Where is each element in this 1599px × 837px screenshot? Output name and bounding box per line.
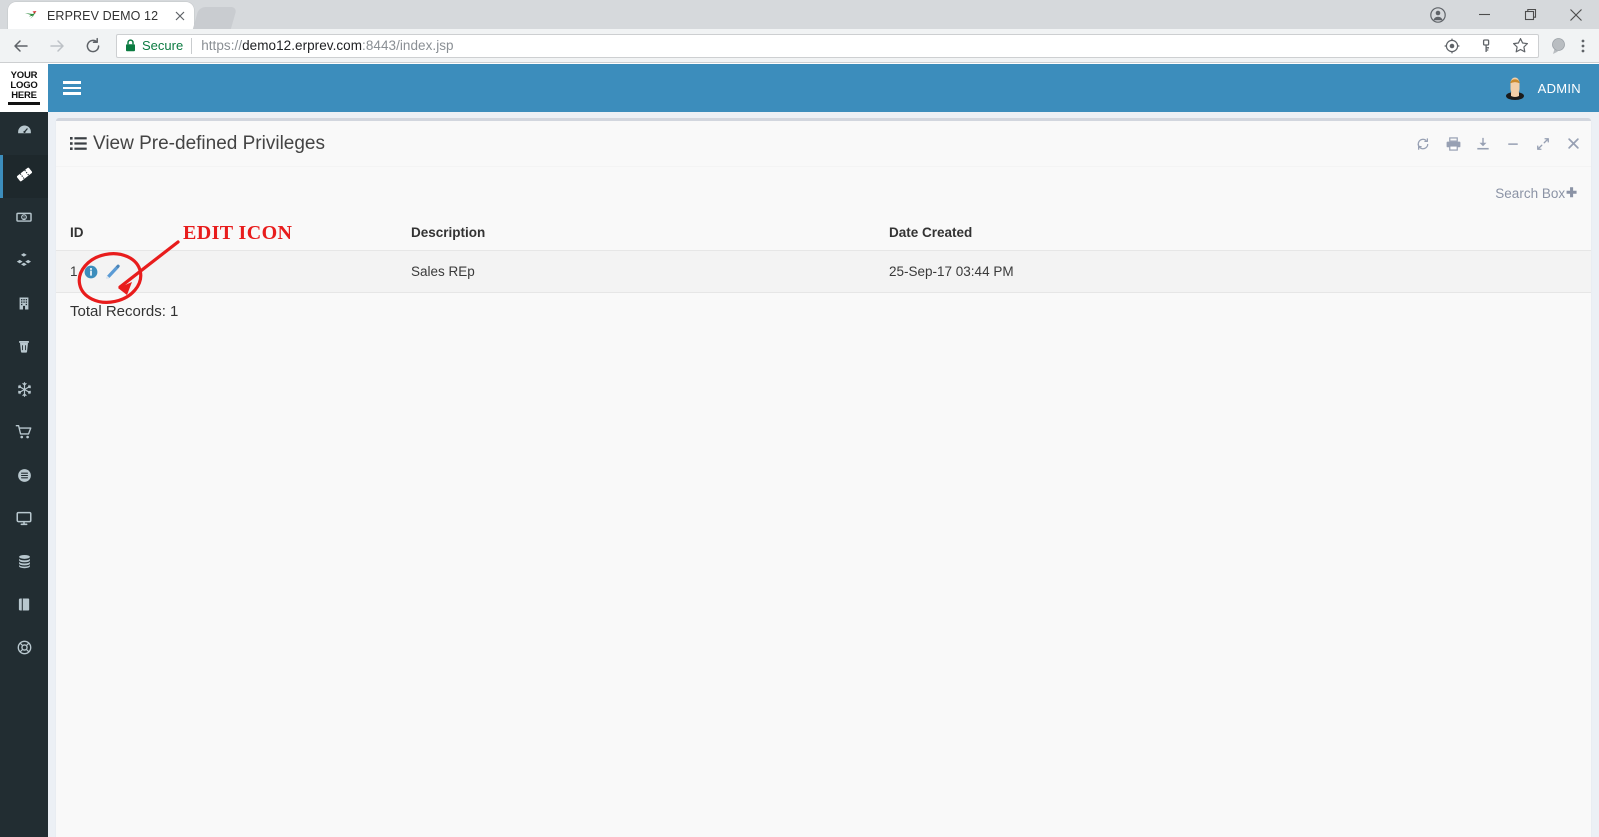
star-icon[interactable] [1508, 34, 1532, 58]
menu-kebab-icon[interactable] [1571, 34, 1595, 58]
search-box-toggle[interactable]: Search Box ✚ [1495, 185, 1577, 201]
page-title: View Pre-defined Privileges [70, 133, 325, 155]
app-topbar: ADMIN [48, 64, 1599, 112]
application-root: YOUR LOGO HERE ADMIN 1 View Pre-defined … [0, 64, 1599, 837]
expand-icon[interactable] [1535, 136, 1551, 152]
target-icon[interactable] [1440, 34, 1464, 58]
column-header-description[interactable]: Description [403, 219, 881, 251]
sidebar-toggle-button[interactable] [48, 64, 94, 112]
address-bar[interactable]: Secure https://demo12.erprev.com:8443/in… [116, 33, 1539, 58]
plus-icon: ✚ [1566, 185, 1577, 200]
extension-icon[interactable] [1547, 34, 1571, 58]
privileges-panel: View Pre-defined Privileges Search Box ✚… [56, 118, 1591, 837]
tab-close-icon[interactable] [172, 8, 188, 24]
logo-underline [8, 102, 40, 105]
browser-window: ERPREV DEMO 12 Secure https://demo12.erp… [0, 0, 1599, 837]
shopping-cart-icon [15, 423, 33, 446]
sidebar-item-database[interactable] [0, 542, 48, 585]
table-header-row: ID Description Date Created [56, 219, 1591, 251]
table-head: ID Description Date Created [56, 219, 1591, 251]
panel-header: View Pre-defined Privileges [56, 121, 1591, 167]
panel-toolbar [1415, 136, 1581, 152]
sidebar-item-billing[interactable]: 1 [0, 198, 48, 241]
sidebar-item-privileges[interactable] [0, 155, 48, 198]
browser-toolbar: Secure https://demo12.erprev.com:8443/in… [0, 29, 1599, 63]
key-icon[interactable] [1474, 34, 1498, 58]
window-close-button[interactable] [1553, 0, 1599, 29]
tag-ticket-icon [15, 165, 34, 189]
building-icon [16, 295, 32, 317]
browser-tabstrip: ERPREV DEMO 12 [0, 0, 1599, 29]
sidebar-item-manuals[interactable] [0, 585, 48, 628]
window-minimize-button[interactable] [1461, 0, 1507, 29]
search-box-row: Search Box ✚ [56, 167, 1591, 219]
disc-stack-icon [16, 467, 33, 489]
topbar-user-menu[interactable]: ADMIN [1502, 75, 1599, 101]
download-icon[interactable] [1475, 136, 1491, 152]
search-box-label: Search Box [1495, 185, 1566, 201]
print-icon[interactable] [1445, 136, 1461, 152]
money-bill-icon: 1 [15, 208, 33, 231]
omnibox-divider [191, 37, 193, 54]
app-logo[interactable]: YOUR LOGO HERE [0, 64, 48, 112]
sidebar-item-support[interactable] [0, 628, 48, 671]
table-row[interactable]: 1 Sales REp 25-Sep-17 03:44 PM [56, 250, 1591, 293]
monitor-icon [15, 509, 33, 532]
sidebar-item-products[interactable] [0, 241, 48, 284]
browser-tab-title: ERPREV DEMO 12 [47, 8, 159, 23]
app-sidebar: 1 [0, 112, 48, 837]
profile-avatar-icon[interactable] [1415, 0, 1461, 29]
table-body: 1 Sales REp 25-Sep-17 03:44 PM [56, 250, 1591, 293]
cell-id: 1 [56, 250, 403, 293]
column-header-id[interactable]: ID [56, 219, 403, 251]
info-icon[interactable] [84, 265, 98, 279]
cell-date-created: 25-Sep-17 03:44 PM [881, 250, 1591, 293]
book-icon [16, 596, 33, 618]
privileges-table: ID Description Date Created 1 Sales REp … [56, 219, 1591, 293]
window-controls [1415, 0, 1599, 29]
edit-pencil-icon[interactable] [104, 263, 121, 280]
snowflake-icon [16, 381, 33, 403]
life-ring-icon [16, 639, 33, 661]
logo-line-3: HERE [11, 90, 37, 101]
back-button[interactable] [6, 32, 36, 60]
sidebar-item-company[interactable] [0, 284, 48, 327]
column-header-date-created[interactable]: Date Created [881, 219, 1591, 251]
new-tab-button[interactable] [192, 7, 238, 29]
cell-id-content: 1 [70, 263, 395, 280]
sidebar-item-dashboard[interactable] [0, 112, 48, 155]
dashboard-gauge-icon [16, 123, 33, 145]
minimize-icon[interactable] [1505, 136, 1521, 152]
cell-description: Sales REp [403, 250, 881, 293]
total-records-label: Total Records: 1 [70, 303, 179, 320]
sidebar-item-cold-chain[interactable] [0, 370, 48, 413]
lock-icon [125, 39, 136, 52]
page-title-text: View Pre-defined Privileges [93, 132, 325, 154]
browser-tab[interactable]: ERPREV DEMO 12 [8, 2, 194, 29]
trash-bin-icon [16, 338, 32, 360]
browser-toolbar-right [1547, 34, 1599, 58]
sidebar-item-reports[interactable] [0, 456, 48, 499]
address-bar-url: https://demo12.erprev.com:8443/index.jsp [201, 38, 454, 53]
sidebar-item-sales[interactable] [0, 413, 48, 456]
content-area: View Pre-defined Privileges Search Box ✚… [48, 112, 1599, 837]
list-icon [70, 136, 87, 151]
user-avatar-icon [1502, 75, 1528, 101]
cubes-icon [15, 251, 33, 274]
reload-button[interactable] [78, 32, 108, 60]
erprev-bird-favicon [22, 7, 39, 24]
sidebar-item-waste[interactable] [0, 327, 48, 370]
sidebar-item-monitor[interactable] [0, 499, 48, 542]
admin-username-label: ADMIN [1537, 80, 1581, 96]
window-maximize-button[interactable] [1507, 0, 1553, 29]
forward-button[interactable] [42, 32, 72, 60]
omnibox-actions [1432, 34, 1532, 58]
close-icon[interactable] [1565, 136, 1581, 152]
database-icon [16, 553, 33, 575]
secure-label: Secure [142, 38, 184, 53]
cell-id-value: 1 [70, 264, 78, 279]
refresh-icon[interactable] [1415, 136, 1431, 152]
